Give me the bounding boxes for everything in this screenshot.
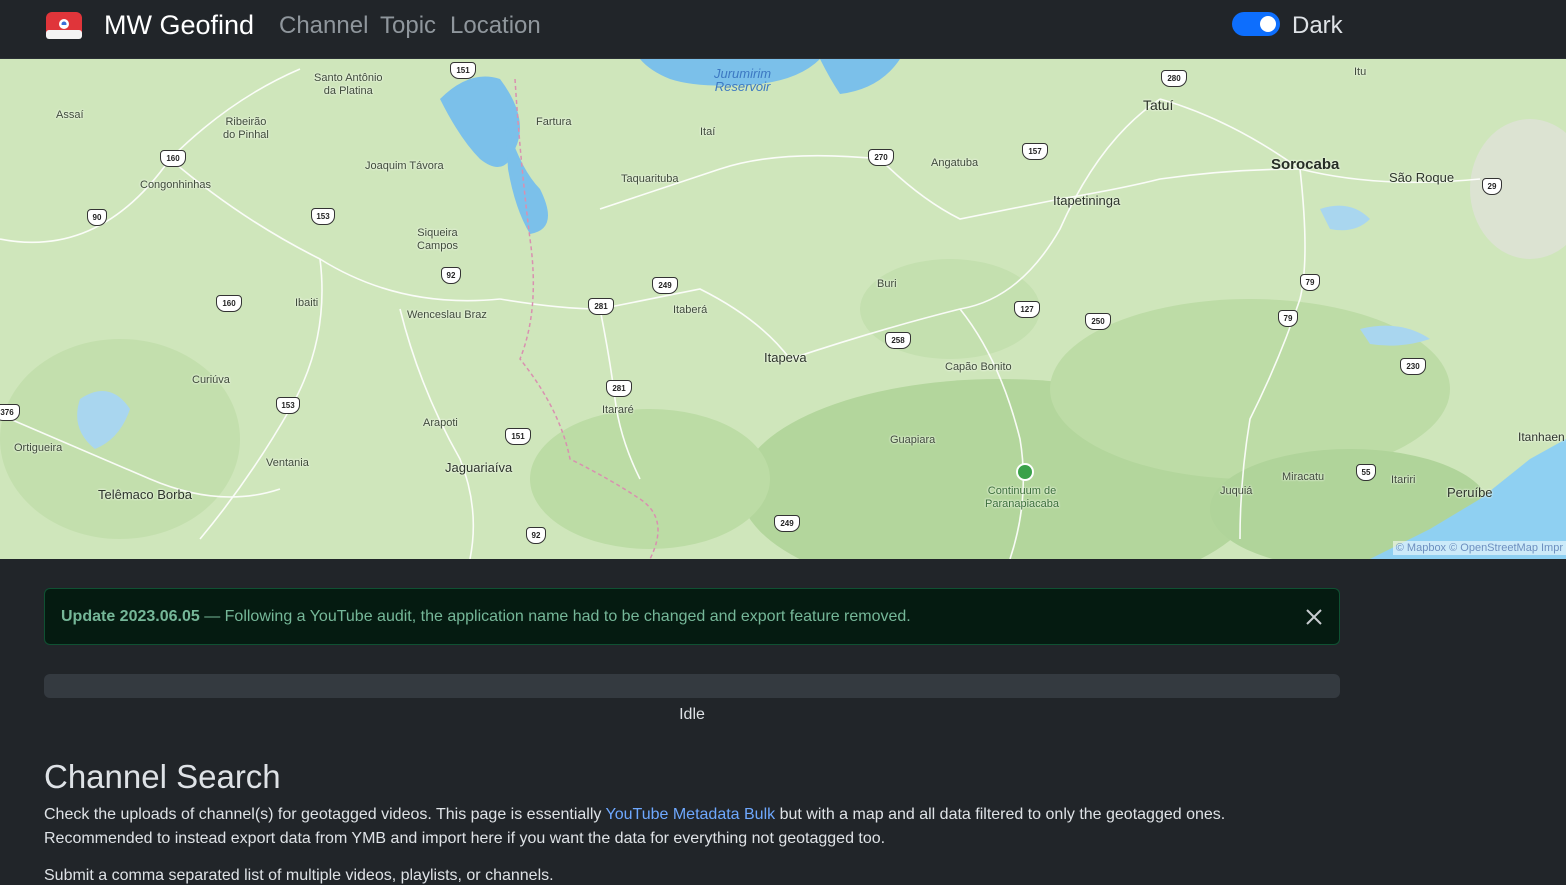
highway-shield: 249 (652, 277, 678, 294)
highway-shield: 160 (160, 150, 186, 167)
map-label: Itu (1354, 66, 1367, 78)
highway-shield: 250 (1085, 313, 1111, 330)
map-label: Miracatu (1282, 471, 1325, 483)
desc-text: Check the uploads of channel(s) for geot… (44, 806, 606, 823)
map-label: Congonhinhas (140, 179, 211, 191)
highway-shield: 79 (1278, 310, 1298, 327)
map-label: Fartura (536, 116, 572, 128)
map-label: Ortigueira (14, 442, 63, 454)
page-title: Channel Search (44, 758, 281, 795)
highway-shield: 151 (505, 428, 531, 445)
map-label: Itapeva (764, 350, 807, 365)
map-label: Joaquim Távora (365, 160, 444, 172)
highway-shield: 153 (311, 208, 335, 225)
map-label: Guapiara (890, 434, 936, 446)
map-label: São Roque (1389, 170, 1455, 185)
map-attribution[interactable]: © Mapbox © OpenStreetMap Impr (1392, 541, 1566, 555)
map-label: Ibaiti (295, 297, 319, 309)
map[interactable]: Santo Antônio da Platina Assaí Ribeirão … (0, 59, 1566, 559)
map-label: Itararé (602, 404, 634, 416)
highway-shield: 127 (1014, 301, 1040, 318)
highway-shield: 249 (774, 515, 800, 532)
map-label: Tatuí (1143, 97, 1174, 113)
highway-shield: 281 (606, 380, 632, 397)
navbar: MW Geofind Channel Topic Location Dark (0, 0, 1566, 59)
map-label: Buri (877, 278, 897, 290)
highway-shield: 90 (87, 209, 107, 226)
nav-link-topic[interactable]: Topic (380, 10, 436, 42)
map-label-water: Jurumirim Reservoir (714, 66, 772, 94)
highway-shield: 92 (526, 527, 546, 544)
highway-shield: 79 (1300, 274, 1320, 291)
brand-logo-icon[interactable] (46, 12, 82, 39)
map-label: Peruíbe (1447, 485, 1493, 500)
map-label: Jaguariaíva (445, 460, 513, 475)
highway-shield: 280 (1161, 70, 1187, 87)
map-label: Arapoti (423, 417, 458, 429)
ymb-link[interactable]: YouTube Metadata Bulk (606, 806, 776, 823)
map-label: Juquiá (1220, 485, 1253, 497)
map-label: Assaí (56, 109, 84, 121)
map-label: Curiúva (192, 374, 230, 386)
map-label: Itariri (1391, 474, 1416, 486)
map-label: Siqueira Campos (417, 227, 458, 252)
map-label: Angatuba (931, 157, 979, 169)
highway-shield: 151 (450, 62, 476, 79)
toggle-knob (1260, 16, 1276, 32)
park-marker-icon[interactable] (1016, 463, 1034, 481)
submit-instructions: Submit a comma separated list of multipl… (44, 867, 554, 884)
alert-message: — Following a YouTube audit, the applica… (199, 608, 911, 625)
nav-link-location[interactable]: Location (450, 10, 541, 42)
alert-title: Update 2023.06.05 (61, 608, 200, 625)
highway-shield: 270 (868, 149, 894, 166)
highway-shield: 29 (1482, 178, 1502, 195)
map-label: Ribeirão do Pinhal (223, 116, 269, 141)
highway-shield: 160 (216, 295, 242, 312)
map-label: Taquarituba (621, 173, 679, 185)
map-label: Itaí (700, 126, 716, 138)
map-label: Itanhaen (1518, 430, 1565, 444)
page-description: Check the uploads of channel(s) for geot… (44, 803, 1334, 851)
map-label-poi: Continuum de Paranapiacaba (985, 485, 1060, 510)
map-label: Wenceslau Braz (407, 309, 487, 321)
map-label: Telêmaco Borba (98, 487, 192, 502)
progress-status: Idle (679, 706, 705, 723)
map-label: Ventania (266, 457, 309, 469)
highway-shield: 230 (1400, 358, 1426, 375)
map-label: Capão Bonito (945, 361, 1012, 373)
highway-shield: 376 (0, 404, 20, 421)
highway-shield: 157 (1022, 143, 1048, 160)
brand-name[interactable]: MW Geofind (104, 9, 254, 41)
alert-text: Update 2023.06.05 — Following a YouTube … (61, 608, 911, 626)
map-label: Itaberá (673, 304, 708, 316)
highway-shield: 258 (885, 332, 911, 349)
close-icon[interactable] (1303, 606, 1325, 628)
nav-link-channel[interactable]: Channel (279, 10, 368, 42)
update-alert: Update 2023.06.05 — Following a YouTube … (44, 588, 1340, 645)
map-label: Sorocaba (1271, 156, 1340, 173)
dark-mode-label: Dark (1292, 12, 1343, 39)
highway-shield: 55 (1356, 464, 1376, 481)
map-label: Santo Antônio da Platina (314, 72, 383, 97)
progress-bar (44, 674, 1340, 698)
highway-shield: 153 (276, 397, 300, 414)
map-label: Itapetininga (1053, 193, 1121, 208)
dark-mode-toggle[interactable] (1232, 12, 1280, 36)
highway-shield: 281 (588, 298, 614, 315)
highway-shield: 92 (441, 267, 461, 284)
